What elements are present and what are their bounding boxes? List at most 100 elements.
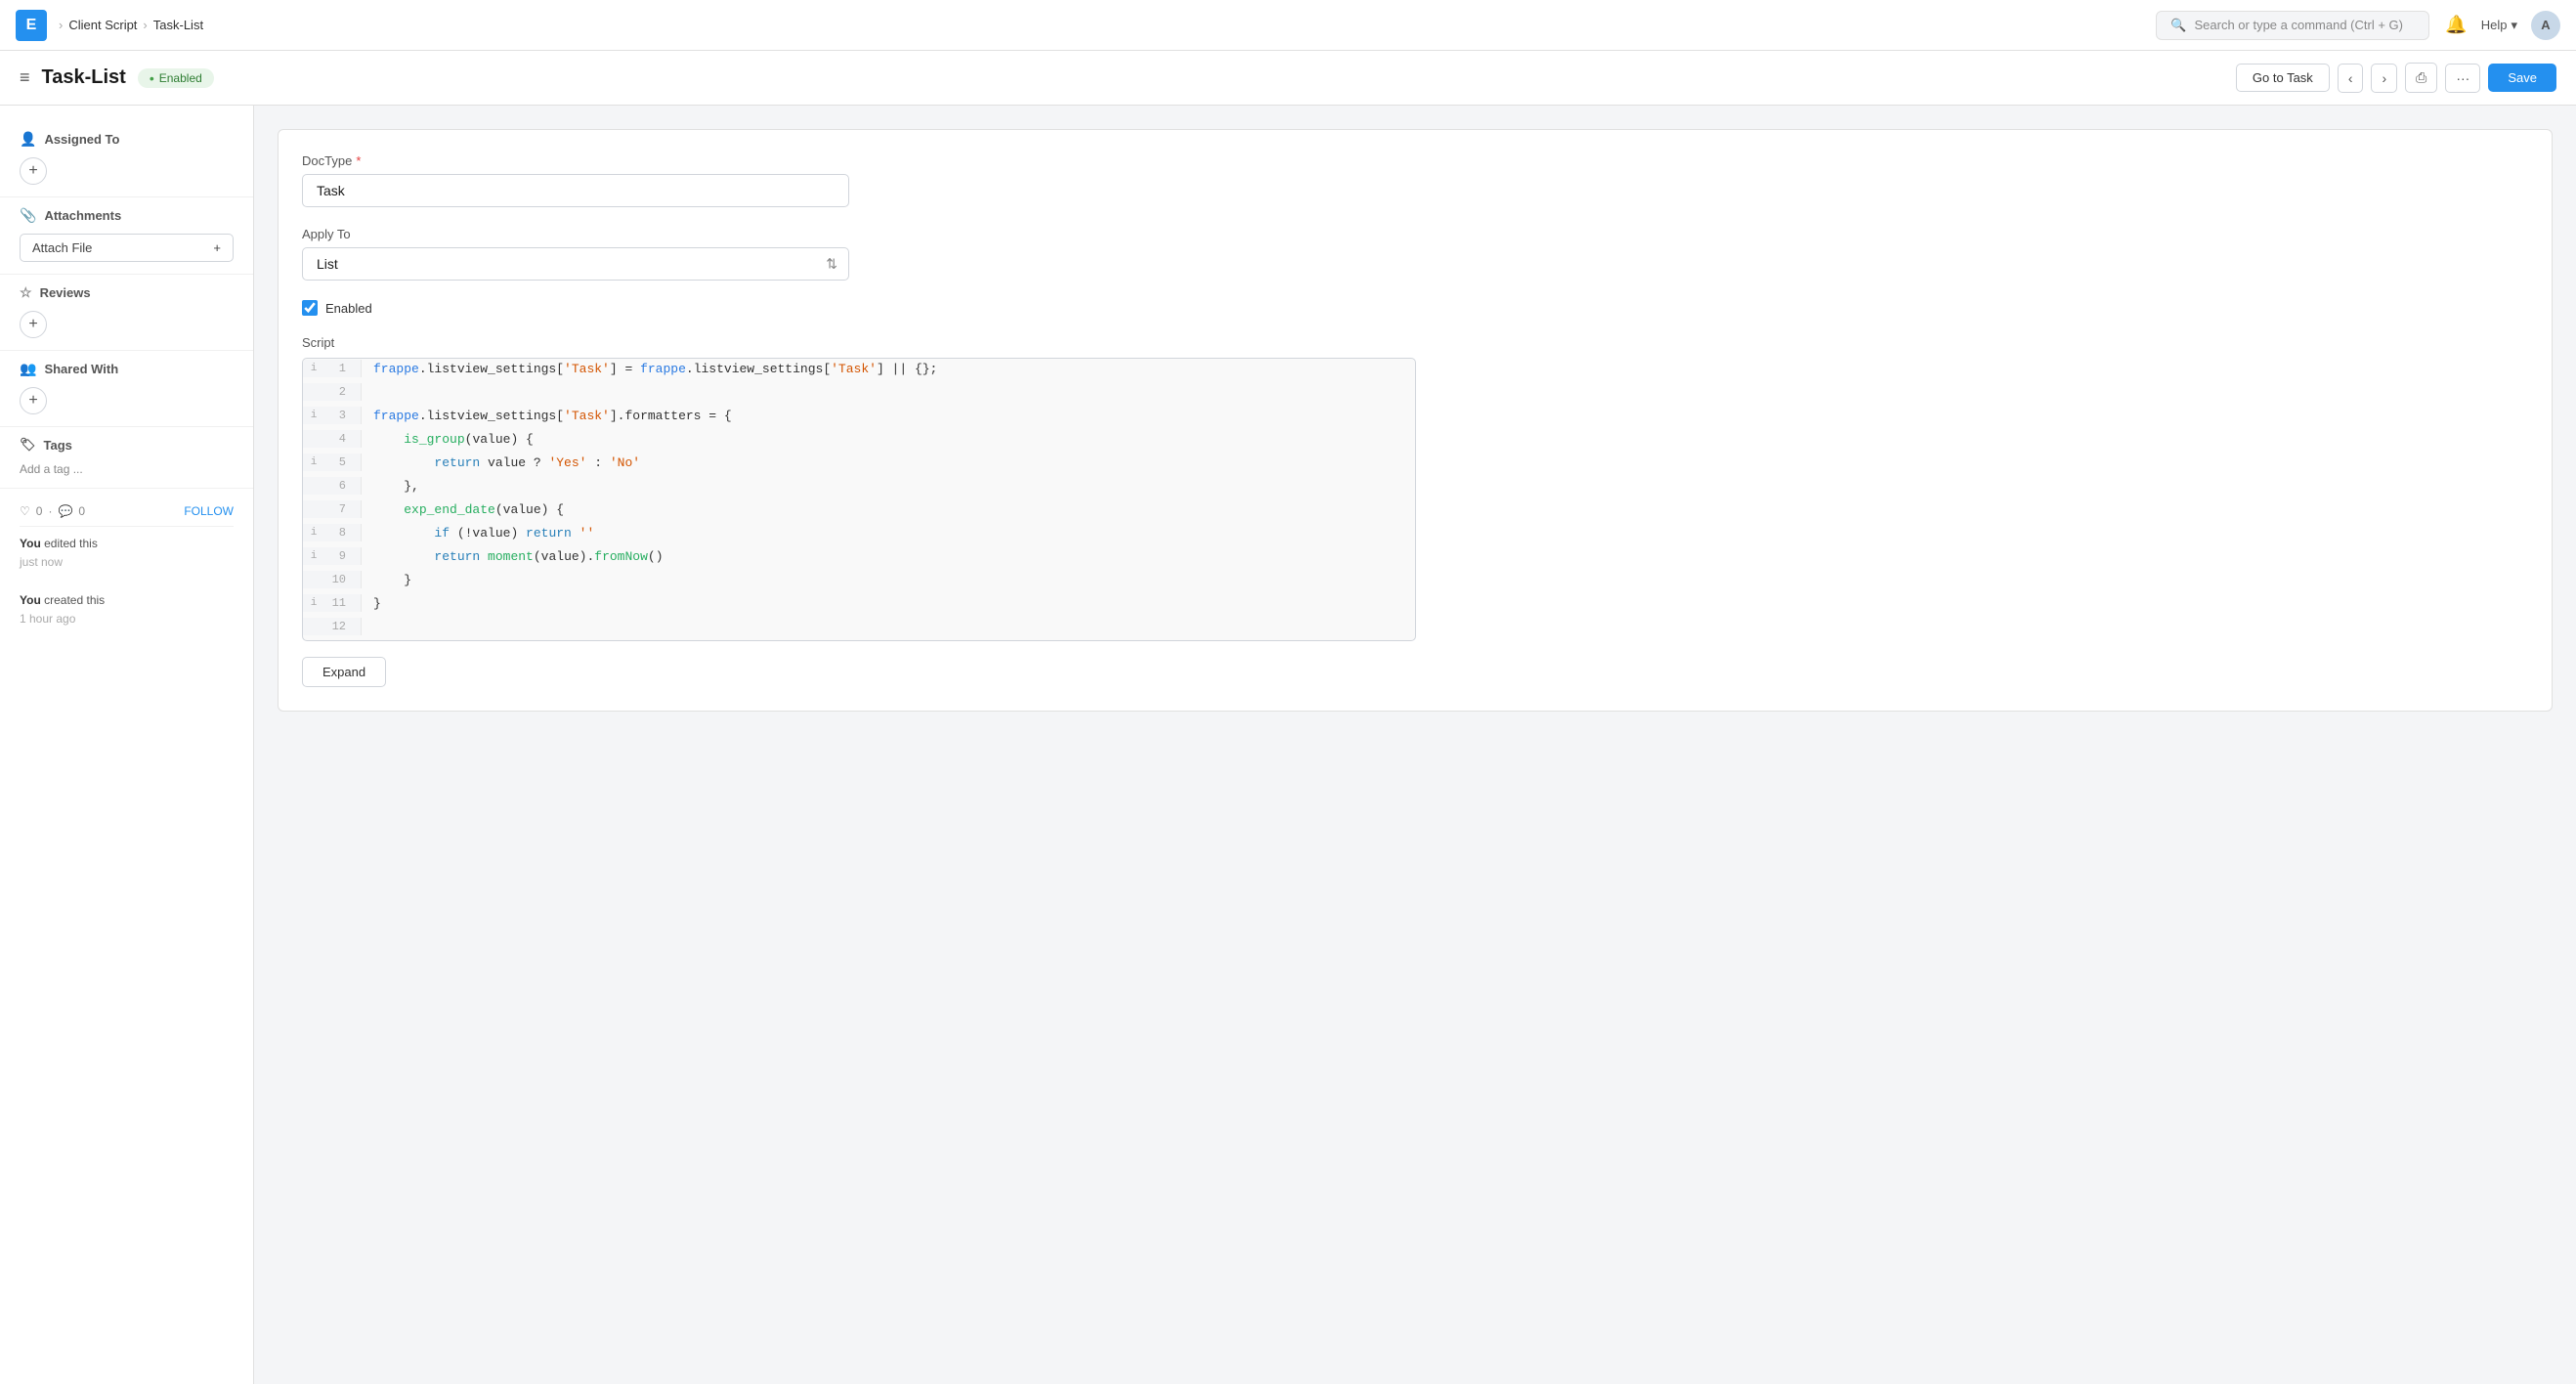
doctype-input[interactable] [302, 174, 849, 207]
tags-label: Tags [44, 438, 72, 453]
activity-time-0: just now [20, 555, 63, 569]
code-line: i11} [303, 593, 1415, 617]
prev-button[interactable]: ‹ [2338, 64, 2364, 93]
nav-icons: 🔔 Help ▾ A [2445, 11, 2560, 40]
sidebar-toggle-icon[interactable]: ≡ [20, 67, 30, 88]
person-icon: 👤 [20, 131, 36, 148]
add-shared-button[interactable]: + [20, 387, 47, 414]
sidebar: 👤 Assigned To + 📎 Attachments Attach Fil… [0, 106, 254, 1384]
app-logo[interactable]: E [16, 10, 47, 41]
code-line: 4 is_group(value) { [303, 429, 1415, 453]
bell-icon[interactable]: 🔔 [2445, 15, 2467, 35]
line-gutter: 2 [303, 383, 362, 401]
page-header: ≡ Task-List Enabled Go to Task ‹ › ⎙ ···… [0, 51, 2576, 106]
breadcrumb: › Client Script › Task-List [59, 18, 203, 32]
line-number: 10 [322, 573, 346, 586]
print-button[interactable]: ⎙ [2405, 63, 2437, 93]
attachments-label: Attachments [44, 208, 121, 223]
breadcrumb-task-list[interactable]: Task-List [153, 18, 203, 32]
line-content: if (!value) return '' [362, 524, 606, 542]
line-content [362, 383, 385, 387]
add-tag-input[interactable]: Add a tag ... [20, 462, 83, 476]
code-line: 7 exp_end_date(value) { [303, 499, 1415, 523]
line-content: } [362, 571, 423, 589]
code-line: i8 if (!value) return '' [303, 523, 1415, 546]
add-review-button[interactable]: + [20, 311, 47, 338]
activity-row: ♡ 0 · 💬 0 FOLLOW [20, 504, 234, 518]
attach-file-button[interactable]: Attach File + [20, 234, 234, 262]
comment-icon[interactable]: 💬 [58, 504, 72, 518]
line-number: 6 [322, 479, 346, 493]
chevron-down-icon: ▾ [2511, 18, 2517, 33]
line-gutter: i5 [303, 454, 362, 471]
shared-with-label: Shared With [44, 362, 118, 376]
line-content: return moment(value).fromNow() [362, 547, 675, 566]
tag-icon: 🏷 [20, 437, 36, 453]
activity-you-1: You [20, 593, 41, 607]
avatar[interactable]: A [2531, 11, 2560, 40]
line-content: frappe.listview_settings['Task'].formatt… [362, 407, 744, 425]
line-info: i [309, 550, 319, 562]
activity-entry-0: You edited this just now [20, 535, 234, 572]
shared-with-section: 👥 Shared With + [0, 351, 253, 427]
breadcrumb-sep2: › [143, 18, 147, 32]
help-button[interactable]: Help ▾ [2481, 18, 2517, 33]
page-header-left: ≡ Task-List Enabled [20, 66, 214, 89]
line-gutter: i11 [303, 594, 362, 612]
line-content: exp_end_date(value) { [362, 500, 576, 519]
breadcrumb-client-script[interactable]: Client Script [68, 18, 137, 32]
line-number: 8 [322, 526, 346, 540]
top-nav: E › Client Script › Task-List 🔍 Search o… [0, 0, 2576, 51]
line-info: i [309, 597, 319, 609]
goto-task-button[interactable]: Go to Task [2236, 64, 2330, 92]
assigned-to-section: 👤 Assigned To + [0, 121, 253, 197]
activity-log: You edited this just now You created thi… [20, 535, 234, 628]
apply-to-select[interactable]: List Form Tree Calendar Gantt [302, 247, 849, 281]
line-number: 1 [322, 362, 346, 375]
line-number: 5 [322, 455, 346, 469]
save-button[interactable]: Save [2488, 64, 2556, 92]
main-layout: 👤 Assigned To + 📎 Attachments Attach Fil… [0, 106, 2576, 1384]
code-line: 12 [303, 617, 1415, 640]
code-line: i9 return moment(value).fromNow() [303, 546, 1415, 570]
line-gutter: i8 [303, 524, 362, 541]
reviews-label: Reviews [40, 285, 91, 300]
add-assigned-button[interactable]: + [20, 157, 47, 185]
line-number: 12 [322, 620, 346, 633]
attachments-section: 📎 Attachments Attach File + [0, 197, 253, 275]
form-card: DocType * Apply To List Form Tree Calend… [278, 129, 2553, 712]
doctype-label: DocType * [302, 153, 2528, 168]
activity-section: ♡ 0 · 💬 0 FOLLOW You edited this just no… [0, 488, 253, 644]
apply-to-label: Apply To [302, 227, 2528, 241]
enabled-field: Enabled [302, 300, 2528, 316]
expand-button[interactable]: Expand [302, 657, 386, 687]
line-gutter: 10 [303, 571, 362, 588]
script-section: Script i1frappe.listview_settings['Task'… [302, 335, 2528, 687]
code-line: i1frappe.listview_settings['Task'] = fra… [303, 359, 1415, 382]
enabled-label: Enabled [325, 301, 372, 316]
line-content [362, 618, 385, 622]
required-star: * [356, 153, 361, 168]
code-line: 10 } [303, 570, 1415, 593]
reviews-title: ☆ Reviews [20, 284, 234, 301]
line-gutter: 7 [303, 500, 362, 518]
line-content: } [362, 594, 393, 613]
next-button[interactable]: › [2371, 64, 2397, 93]
search-box[interactable]: 🔍 Search or type a command (Ctrl + G) [2156, 11, 2429, 40]
activity-entry-1: You created this 1 hour ago [20, 591, 234, 628]
plus-icon: + [213, 240, 221, 255]
script-label: Script [302, 335, 2528, 350]
more-button[interactable]: ··· [2445, 64, 2480, 93]
heart-icon[interactable]: ♡ [20, 504, 30, 518]
line-number: 11 [322, 596, 346, 610]
line-content: }, [362, 477, 431, 496]
paperclip-icon: 📎 [20, 207, 36, 224]
line-gutter: 6 [303, 477, 362, 495]
code-line: i3frappe.listview_settings['Task'].forma… [303, 406, 1415, 429]
status-badge: Enabled [138, 68, 214, 88]
follow-button[interactable]: FOLLOW [184, 504, 234, 518]
enabled-checkbox[interactable] [302, 300, 318, 316]
code-editor[interactable]: i1frappe.listview_settings['Task'] = fra… [302, 358, 1416, 641]
assigned-to-label: Assigned To [44, 132, 119, 147]
line-number: 4 [322, 432, 346, 446]
